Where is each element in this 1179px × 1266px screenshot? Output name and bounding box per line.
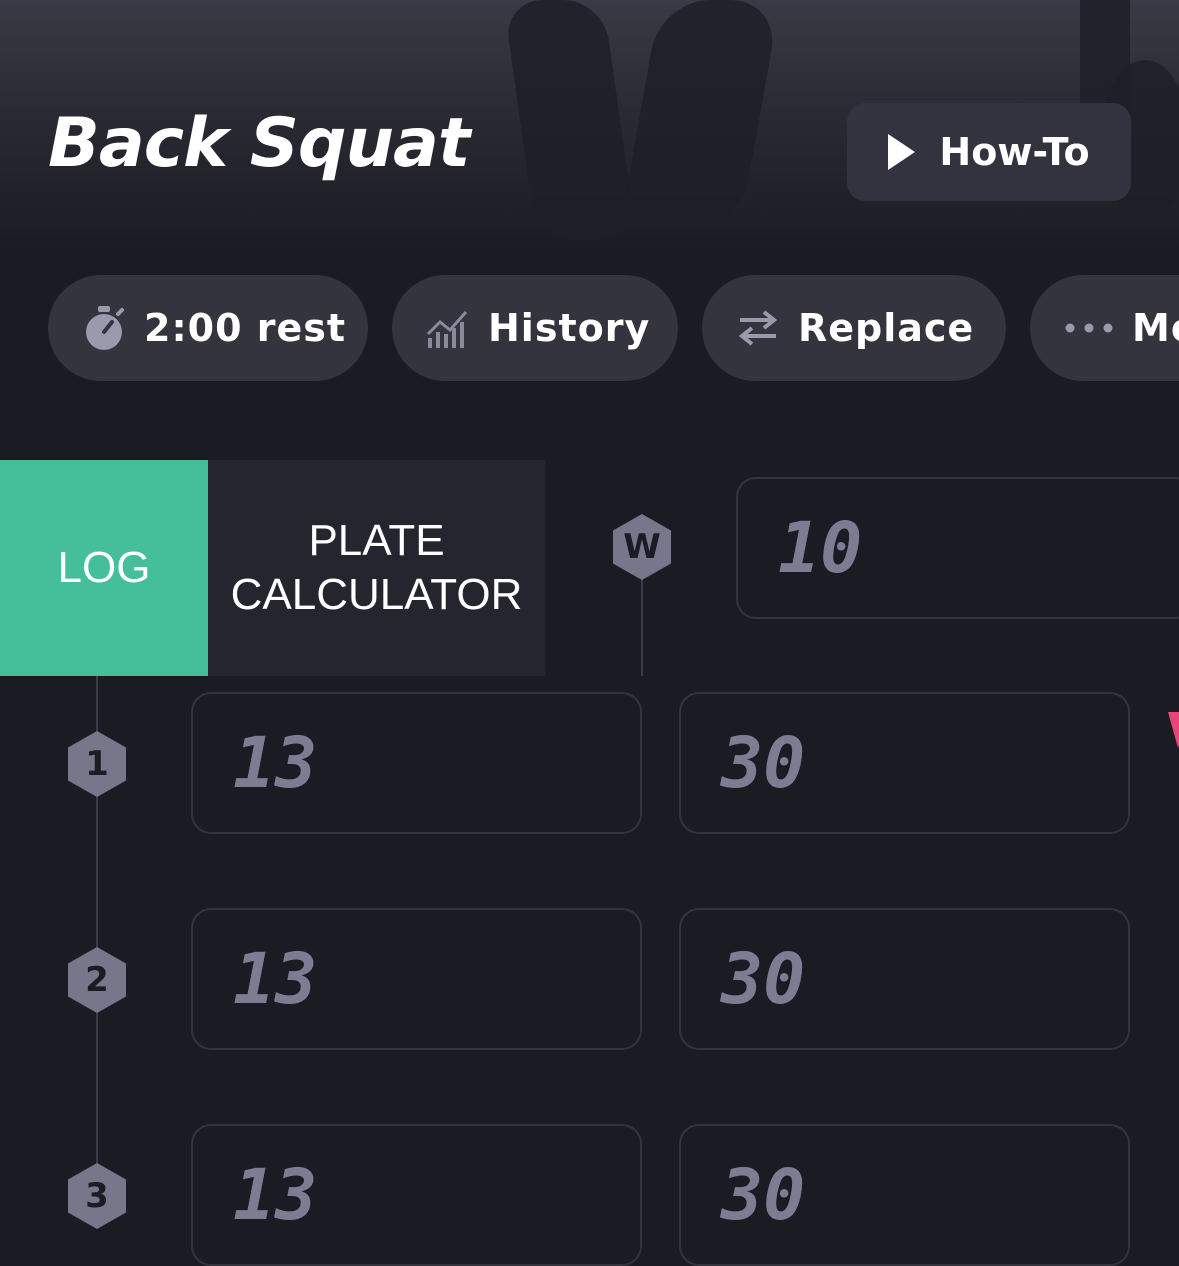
complete-marker-icon[interactable]	[1168, 712, 1179, 748]
rest-timer-label: 2:00 rest	[144, 306, 347, 350]
set-badge: 1	[68, 731, 126, 797]
history-label: History	[488, 306, 651, 350]
tab-log[interactable]: LOG	[0, 460, 208, 676]
set-badge: 2	[68, 947, 126, 1013]
set-2-reps-input[interactable]: 30	[679, 908, 1130, 1050]
action-chips: 2:00 rest History Replace More	[0, 275, 1179, 381]
history-button[interactable]: History	[392, 275, 678, 381]
chart-icon	[426, 311, 468, 348]
set-1-reps-input[interactable]: 30	[679, 692, 1130, 834]
more-label: More	[1132, 306, 1179, 350]
set-3-reps-input[interactable]: 30	[679, 1124, 1130, 1266]
howto-button[interactable]: How-To	[847, 103, 1131, 201]
set-1-weight-input[interactable]: 13	[191, 692, 642, 834]
set-2-weight-input[interactable]: 13	[191, 908, 642, 1050]
swap-arrows-icon	[738, 310, 778, 346]
replace-button[interactable]: Replace	[702, 275, 1006, 381]
stopwatch-icon	[86, 306, 124, 350]
exercise-title: Back Squat	[48, 104, 470, 183]
tab-plate-calculator-label: PLATE CALCULATOR	[230, 516, 523, 619]
more-button[interactable]: More	[1030, 275, 1179, 381]
mode-tabs: LOG PLATE CALCULATOR	[0, 460, 545, 676]
tab-plate-calculator[interactable]: PLATE CALCULATOR	[208, 460, 545, 676]
rest-timer-button[interactable]: 2:00 rest	[48, 275, 368, 381]
howto-label: How-To	[939, 130, 1090, 174]
set-3-weight-input[interactable]: 13	[191, 1124, 642, 1266]
set-badge: 3	[68, 1163, 126, 1229]
warmup-badge: W	[613, 514, 671, 580]
warmup-weight-input[interactable]: 10	[736, 477, 1179, 619]
more-dots-icon	[1065, 323, 1113, 333]
replace-label: Replace	[798, 306, 975, 350]
play-icon	[888, 134, 916, 170]
